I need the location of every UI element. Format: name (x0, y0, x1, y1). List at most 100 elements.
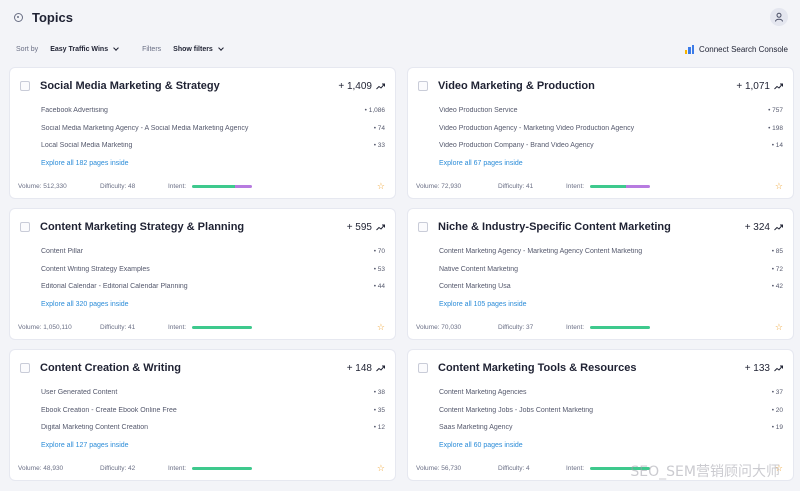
topic-card[interactable]: Content Creation & Writing + 148 User Ge… (10, 350, 395, 480)
keyword-name: Native Content Marketing (439, 265, 518, 273)
keyword-row: Digital Marketing Content Creation • 12 (41, 419, 385, 437)
keyword-value: • 19 (771, 424, 783, 432)
card-footer: Volume: 72,930 Difficulty: 41 Intent: ☆ (416, 180, 783, 192)
keyword-row: Content Marketing Usa • 42 (439, 278, 783, 296)
keyword-row: Content Marketing Agency - Marketing Age… (439, 243, 783, 261)
keyword-row: Native Content Marketing • 72 (439, 261, 783, 279)
keyword-name: Local Social Media Marketing (41, 142, 133, 150)
keyword-row: Video Production Agency - Marketing Vide… (439, 120, 783, 138)
keyword-value: • 38 (373, 389, 385, 397)
explore-link[interactable]: Explore all 67 pages inside (439, 160, 523, 167)
intent-bar (590, 184, 651, 188)
keyword-row: Saas Marketing Agency • 19 (439, 419, 783, 437)
keyword-value: • 53 (373, 265, 385, 273)
connect-search-console-button[interactable]: Connect Search Console (685, 44, 788, 54)
trend-up-icon (376, 83, 385, 89)
keyword-row: Local Social Media Marketing • 33 (41, 137, 385, 155)
watermark: SEO_SEM营销顾问大师 (630, 464, 780, 480)
intent: Intent: (566, 182, 651, 190)
avatar[interactable] (770, 8, 788, 26)
topic-card[interactable]: Video Marketing & Production + 1,071 Vid… (408, 68, 793, 198)
trend-up-icon (376, 224, 385, 230)
explore-link[interactable]: Explore all 320 pages inside (41, 301, 129, 308)
difficulty: Difficulty: 48 (100, 182, 136, 190)
intent-bar-purple (235, 184, 253, 188)
keyword-row: Content Pillar • 70 (41, 243, 385, 261)
keyword-name: Facebook Advertising (41, 107, 108, 115)
explore-link[interactable]: Explore all 60 pages inside (439, 442, 523, 449)
explore-link[interactable]: Explore all 182 pages inside (41, 160, 129, 167)
keyword-value: • 20 (771, 406, 783, 414)
filters-dropdown[interactable]: Show filters (173, 44, 224, 53)
intent-bar-green (590, 184, 627, 188)
explore-row: Explore all 105 pages inside (439, 296, 783, 314)
growth-value: + 324 (744, 221, 770, 233)
card-checkbox[interactable] (418, 222, 428, 232)
topics-icon (14, 12, 23, 22)
keyword-name: Ebook Creation - Create Ebook Online Fre… (41, 406, 177, 414)
keyword-row: Video Production Service • 757 (439, 102, 783, 120)
intent-bar-purple (626, 184, 651, 188)
intent-bar (192, 466, 253, 470)
keyword-name: Content Pillar (41, 248, 84, 256)
explore-link[interactable]: Explore all 105 pages inside (439, 301, 527, 308)
intent: Intent: (168, 465, 253, 472)
keyword-name: Content Writing Strategy Examples (41, 265, 150, 273)
page-title: Topics (32, 9, 73, 25)
card-header: Niche & Industry-Specific Content Market… (418, 218, 783, 236)
keyword-value: • 74 (373, 124, 385, 132)
keyword-name: Video Production Service (439, 107, 518, 115)
sort-dropdown[interactable]: Easy Traffic Wins (50, 44, 119, 53)
card-growth: + 1,409 (338, 81, 385, 92)
keyword-row: User Generated Content • 38 (41, 384, 385, 402)
keyword-row: Ebook Creation - Create Ebook Online Fre… (41, 402, 385, 420)
intent-bar-green (192, 184, 236, 188)
card-growth: + 148 (347, 363, 385, 374)
keyword-name: Content Marketing Usa (439, 283, 511, 291)
card-checkbox[interactable] (20, 81, 30, 91)
card-header: Content Marketing Strategy & Planning + … (20, 218, 385, 236)
keyword-list: Content Pillar • 70 Content Writing Stra… (41, 243, 385, 313)
star-icon[interactable]: ☆ (775, 322, 783, 333)
keyword-row: Social Media Marketing Agency - A Social… (41, 120, 385, 138)
page-header: Topics (0, 0, 800, 34)
star-icon[interactable]: ☆ (775, 181, 783, 192)
explore-row: Explore all 320 pages inside (41, 296, 385, 314)
keyword-row: Facebook Advertising • 1,086 (41, 102, 385, 120)
intent-label: Intent: (566, 182, 585, 190)
topic-card[interactable]: Social Media Marketing & Strategy + 1,40… (10, 68, 395, 198)
topics-grid: Social Media Marketing & Strategy + 1,40… (10, 68, 800, 491)
card-checkbox[interactable] (20, 222, 30, 232)
star-icon[interactable]: ☆ (377, 181, 385, 192)
explore-link[interactable]: Explore all 127 pages inside (41, 442, 129, 449)
intent: Intent: (168, 324, 253, 331)
card-footer: Volume: 70,030 Difficulty: 37 Intent: ☆ (416, 321, 783, 333)
intent-label: Intent: (168, 182, 187, 190)
explore-row: Explore all 67 pages inside (439, 155, 783, 173)
search-console-icon (685, 44, 695, 54)
difficulty: Difficulty: 42 (100, 464, 136, 472)
growth-value: + 133 (744, 362, 770, 374)
star-icon[interactable]: ☆ (377, 322, 385, 333)
star-icon[interactable]: ☆ (377, 463, 385, 474)
keyword-value: • 757 (768, 107, 783, 115)
topic-card[interactable]: Content Marketing Strategy & Planning + … (10, 209, 395, 339)
card-checkbox[interactable] (418, 363, 428, 373)
keyword-value: • 44 (373, 283, 385, 291)
keyword-row: Editorial Calendar - Editorial Calendar … (41, 278, 385, 296)
card-checkbox[interactable] (418, 81, 428, 91)
topic-card[interactable]: Niche & Industry-Specific Content Market… (408, 209, 793, 339)
volume: Volume: 70,030 (416, 323, 462, 331)
keyword-list: Content Marketing Agency - Marketing Age… (439, 243, 783, 313)
keyword-name: Content Marketing Agency - Marketing Age… (439, 248, 643, 256)
toolbar: Sort by Easy Traffic Wins Filters Show f… (0, 38, 800, 60)
chevron-down-icon (113, 44, 119, 51)
card-title: Content Marketing Strategy & Planning (40, 221, 245, 233)
filters-value: Show filters (173, 45, 213, 53)
explore-row: Explore all 127 pages inside (41, 437, 385, 455)
card-footer: Volume: 48,930 Difficulty: 42 Intent: ☆ (18, 462, 385, 474)
intent-bar-green (590, 325, 651, 329)
keyword-row: Content Marketing Agencies • 37 (439, 384, 783, 402)
card-checkbox[interactable] (20, 363, 30, 373)
keyword-value: • 42 (771, 283, 783, 291)
